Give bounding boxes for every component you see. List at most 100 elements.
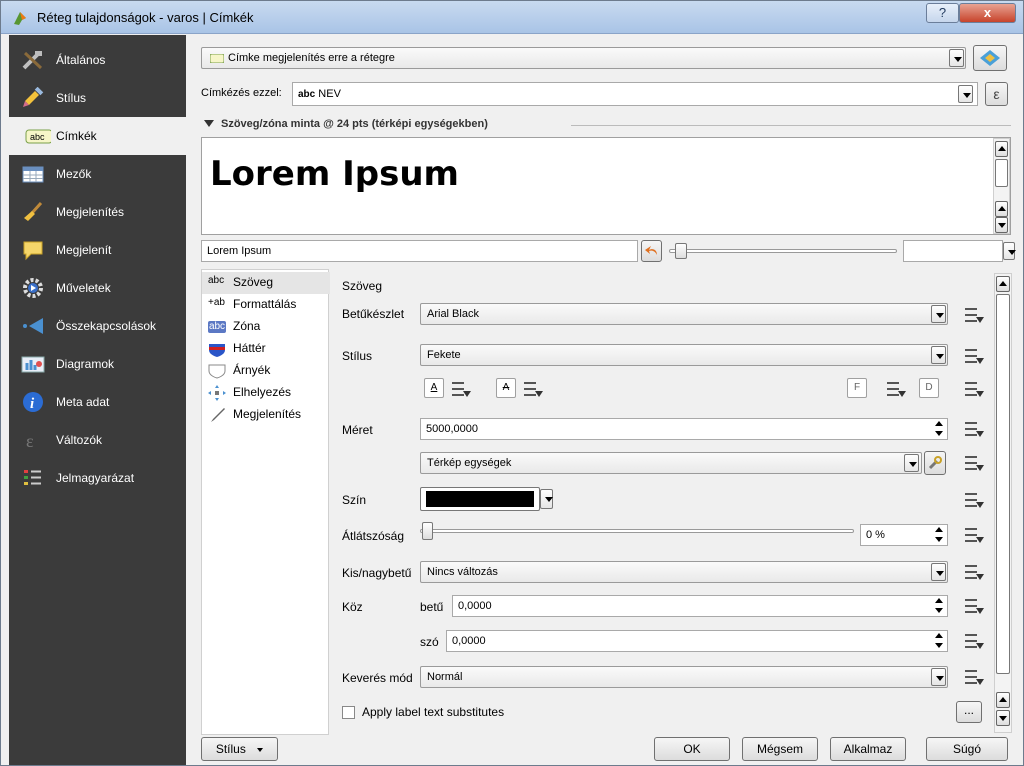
scroll-down-icon[interactable]	[996, 710, 1010, 726]
expression-button[interactable]: ε	[985, 82, 1008, 106]
unit-settings-button[interactable]	[924, 451, 946, 475]
tab-shadow[interactable]: Árnyék	[202, 360, 330, 382]
tab-placement[interactable]: Elhelyezés	[202, 382, 330, 404]
sidebar-item-labels[interactable]: abc Címkék	[9, 117, 186, 155]
slider-thumb[interactable]	[675, 243, 687, 259]
tab-text[interactable]: abc Szöveg	[202, 272, 330, 294]
chevron-down-icon[interactable]	[931, 668, 946, 686]
data-defined-icon[interactable]	[522, 379, 544, 399]
opacity-spinner[interactable]	[932, 524, 947, 546]
spin-down-icon[interactable]	[932, 641, 947, 652]
help-button[interactable]: Súgó	[926, 737, 1008, 761]
spin-down-icon[interactable]	[932, 429, 947, 440]
chevron-down-icon[interactable]	[931, 563, 946, 581]
substitutes-edit-button[interactable]: ...	[956, 701, 982, 723]
data-defined-icon[interactable]	[963, 419, 985, 439]
data-defined-icon[interactable]	[963, 525, 985, 545]
preview-zoom-slider[interactable]	[669, 243, 897, 259]
chevron-down-icon[interactable]	[949, 49, 964, 67]
sidebar-item-joins[interactable]: Összekapcsolások	[9, 307, 186, 345]
data-defined-icon[interactable]	[963, 631, 985, 651]
preview-scrollbar[interactable]	[993, 138, 1010, 234]
sidebar-item-general[interactable]: Általános	[9, 41, 186, 79]
capitalization-select[interactable]: Nincs változás	[420, 561, 948, 583]
size-spinner[interactable]	[932, 418, 947, 440]
underline-button[interactable]: A	[424, 378, 444, 398]
data-defined-icon[interactable]	[963, 667, 985, 687]
opacity-slider[interactable]	[420, 522, 854, 540]
ok-button[interactable]: OK	[654, 737, 730, 761]
data-defined-icon[interactable]	[963, 379, 985, 399]
data-defined-icon[interactable]	[450, 379, 472, 399]
blend-mode-select[interactable]: Normál	[420, 666, 948, 688]
tab-rendering[interactable]: Megjelenítés	[202, 404, 330, 426]
apply-button[interactable]: Alkalmaz	[830, 737, 906, 761]
slider-thumb[interactable]	[422, 522, 433, 540]
spin-up-icon[interactable]	[932, 595, 947, 606]
scroll-down-icon[interactable]	[995, 217, 1008, 233]
preview-background-color[interactable]	[903, 240, 1003, 262]
spin-down-icon[interactable]	[932, 535, 947, 546]
chevron-down-icon[interactable]	[540, 489, 553, 509]
tab-formatting[interactable]: +ab Formattálás	[202, 294, 330, 316]
data-defined-icon[interactable]	[963, 453, 985, 473]
scroll-up-icon[interactable]	[995, 201, 1008, 217]
strikeout-button[interactable]: A	[496, 378, 516, 398]
tab-buffer[interactable]: abc Zóna	[202, 316, 330, 338]
scroll-thumb[interactable]	[995, 159, 1008, 187]
letter-spacing-spinner[interactable]	[932, 595, 947, 617]
data-defined-icon[interactable]	[963, 346, 985, 366]
blend-mode-value: Normál	[427, 671, 463, 683]
tab-background[interactable]: Háttér	[202, 338, 330, 360]
close-button[interactable]: x	[959, 3, 1016, 23]
chevron-down-icon[interactable]	[958, 85, 973, 103]
sidebar-item-show[interactable]: Megjelenít	[9, 231, 186, 269]
italic-button[interactable]: D	[919, 378, 939, 398]
size-unit-select[interactable]: Térkép egységek	[420, 452, 922, 474]
chevron-down-icon[interactable]	[1003, 242, 1016, 260]
sidebar-item-fields[interactable]: Mezők	[9, 155, 186, 193]
letter-spacing-input[interactable]: 0,0000	[452, 595, 948, 617]
sidebar-item-display[interactable]: Megjelenítés	[9, 193, 186, 231]
scroll-up-icon[interactable]	[995, 141, 1008, 157]
rule-based-labeling-button[interactable]	[973, 45, 1007, 71]
scroll-up-icon[interactable]	[996, 692, 1010, 708]
data-defined-icon[interactable]	[963, 596, 985, 616]
font-family-select[interactable]: Arial Black	[420, 303, 948, 325]
preview-section-header[interactable]: Szöveg/zóna minta @ 24 pts (térképi egys…	[201, 117, 1015, 133]
data-defined-icon[interactable]	[963, 305, 985, 325]
font-size-input[interactable]: 5000,0000	[420, 418, 948, 440]
bold-button[interactable]: F	[847, 378, 867, 398]
data-defined-icon[interactable]	[963, 490, 985, 510]
settings-scrollbar[interactable]	[994, 273, 1012, 733]
spin-up-icon[interactable]	[932, 418, 947, 429]
data-defined-icon[interactable]	[963, 562, 985, 582]
cancel-button[interactable]: Mégsem	[742, 737, 818, 761]
sidebar-item-variables[interactable]: ε Változók	[9, 421, 186, 459]
label-field-select[interactable]: abc NEV	[292, 82, 978, 106]
help-title-button[interactable]: ?	[926, 3, 959, 23]
sidebar-item-style[interactable]: Stílus	[9, 79, 186, 117]
sidebar-item-metadata[interactable]: i Meta adat	[9, 383, 186, 421]
spin-down-icon[interactable]	[932, 606, 947, 617]
data-defined-icon[interactable]	[885, 379, 907, 399]
preview-text-input[interactable]: Lorem Ipsum	[201, 240, 638, 262]
sidebar-item-actions[interactable]: Műveletek	[9, 269, 186, 307]
sidebar-item-diagrams[interactable]: Diagramok	[9, 345, 186, 383]
substitutes-checkbox[interactable]	[342, 706, 355, 719]
spin-up-icon[interactable]	[932, 630, 947, 641]
chevron-down-icon[interactable]	[931, 346, 946, 364]
reset-preview-button[interactable]	[641, 240, 662, 262]
word-spacing-input[interactable]: 0,0000	[446, 630, 948, 652]
spin-up-icon[interactable]	[932, 524, 947, 535]
chevron-down-icon[interactable]	[931, 305, 946, 323]
sidebar-item-legend[interactable]: Jelmagyarázat	[9, 459, 186, 497]
word-spacing-spinner[interactable]	[932, 630, 947, 652]
font-style-select[interactable]: Fekete	[420, 344, 948, 366]
color-button[interactable]	[420, 487, 540, 511]
labeling-mode-select[interactable]: Címke megjelenítés erre a rétegre	[201, 47, 966, 69]
chevron-down-icon[interactable]	[904, 454, 919, 472]
style-menu-button[interactable]: Stílus	[201, 737, 278, 761]
scroll-up-icon[interactable]	[996, 276, 1010, 292]
scroll-thumb[interactable]	[996, 294, 1010, 674]
